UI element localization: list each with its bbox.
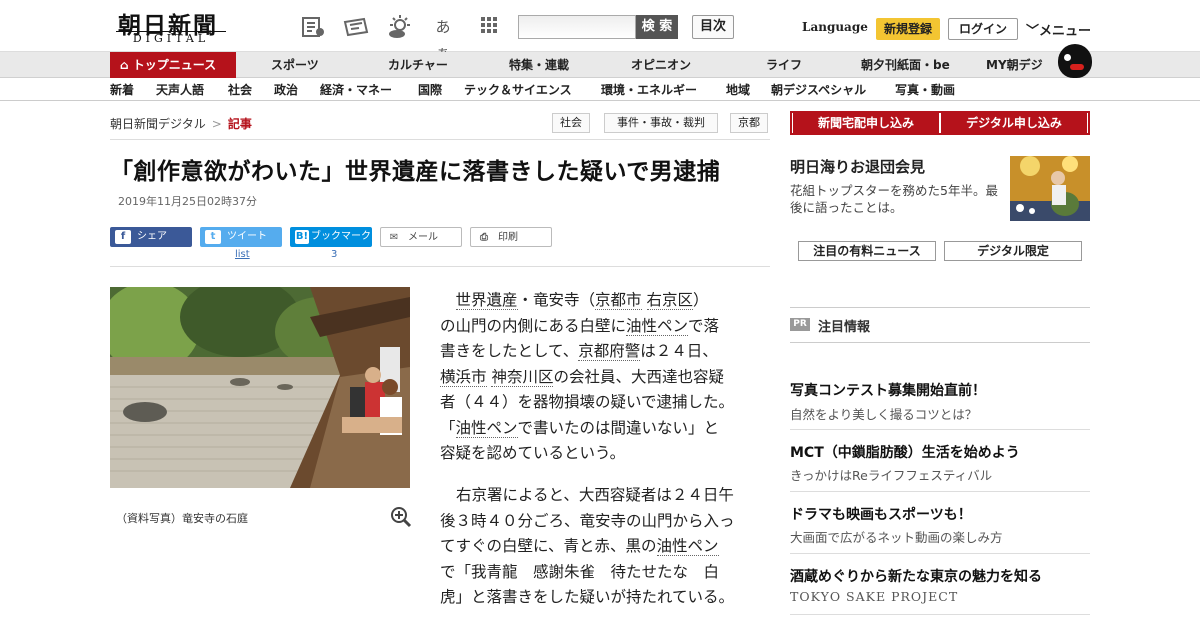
register-button[interactable]: 新規登録	[876, 18, 940, 40]
ad-4-title[interactable]: 酒蔵めぐりから新たな東京の魅力を知る	[790, 566, 1042, 586]
ad-4-sub[interactable]: TOKYO SAKE PROJECT	[790, 589, 958, 604]
ad-3-title[interactable]: ドラマも映画もスポーツも！	[790, 504, 972, 524]
grid-menu-icon[interactable]	[476, 14, 502, 40]
nav-item-sports[interactable]: スポーツ	[271, 52, 319, 78]
breadcrumb-separator: >	[211, 117, 222, 131]
zoom-icon[interactable]	[390, 506, 412, 528]
promo-text: 花組トップスターを務めた5年半。最後に語ったことは。	[790, 183, 998, 215]
nav2-item-economy[interactable]: 経済・マネー	[320, 79, 392, 101]
secondary-nav: 新着 天声人語 社会 政治 経済・マネー 国際 テック＆サイエンス 環境・エネル…	[0, 79, 1200, 101]
language-link[interactable]: Language	[802, 20, 868, 34]
nav-item-newspaper[interactable]: 朝夕刊紙面・be	[861, 52, 950, 78]
search-button[interactable]: 検 索	[636, 15, 678, 39]
pr-badge: PR	[790, 318, 810, 331]
share-divider	[110, 266, 770, 267]
paid-news-button[interactable]: 注目の有料ニュース	[798, 241, 936, 261]
hatena-bookmark-button[interactable]: B! ブックマーク	[290, 227, 372, 247]
nav2-item-photo-video[interactable]: 写真・動画	[895, 79, 955, 101]
twitter-list-link[interactable]: list	[235, 249, 250, 260]
menu-button[interactable]: ﹀メニュー	[1026, 20, 1091, 39]
nav2-item-politics[interactable]: 政治	[274, 79, 298, 101]
twitter-icon: t	[205, 230, 221, 244]
link-kyoto-police[interactable]: 京都府警	[578, 342, 641, 361]
digital-only-button[interactable]: デジタル限定	[944, 241, 1082, 261]
article-photo[interactable]	[110, 287, 410, 488]
nav2-item-tech[interactable]: テック＆サイエンス	[464, 79, 572, 101]
login-button[interactable]: ログイン	[948, 18, 1018, 40]
search-input[interactable]	[518, 15, 636, 39]
ad-3-sub[interactable]: 大画面で広がるネット動画の楽しみ方	[790, 527, 1003, 546]
link-oil-pen[interactable]: 油性ペン	[626, 316, 689, 336]
link-ukyo-ward[interactable]: 右京区	[646, 291, 694, 310]
photo-caption: （資料写真）竜安寺の石庭	[116, 512, 248, 525]
link-oil-pen-2[interactable]: 油性ペン	[455, 418, 518, 438]
facebook-share-button[interactable]: f シェア	[110, 227, 192, 247]
facebook-icon: f	[115, 230, 131, 244]
tag-kyoto[interactable]: 京都	[730, 113, 768, 133]
nav2-item-international[interactable]: 国際	[418, 79, 442, 101]
pr-divider-top	[790, 307, 1090, 308]
nav2-item-environment[interactable]: 環境・エネルギー	[601, 79, 697, 101]
promo-title[interactable]: 明日海りお退団会見	[790, 156, 925, 177]
promo-image[interactable]	[1010, 156, 1090, 221]
newspaper-icon[interactable]	[300, 14, 326, 40]
nav-item-life[interactable]: ライフ	[766, 52, 802, 78]
article-date: 2019年11月25日02時37分	[118, 195, 257, 208]
article-paragraph-1: 世界遺産・竜安寺（京都市 右京区） の山門の内側にある白壁に油性ペンで落 書きを…	[440, 291, 735, 462]
ad-2-title[interactable]: MCT（中鎖脂肪酸）生活を始めよう	[790, 442, 1020, 462]
nav2-item-new[interactable]: 新着	[110, 79, 134, 101]
link-kanagawa-ward[interactable]: 神奈川区	[491, 367, 554, 387]
print-icon: ⎙	[480, 232, 488, 243]
tag-society[interactable]: 社会	[552, 113, 590, 133]
ad-divider	[790, 429, 1090, 430]
mascot-icon[interactable]	[1058, 44, 1092, 78]
site-logo-sub: DIGITAL	[116, 31, 226, 46]
ad-divider	[790, 614, 1090, 615]
tag-incident[interactable]: 事件・事故・裁判	[604, 113, 718, 133]
link-oil-pen-3[interactable]: 油性ペン	[656, 537, 719, 556]
weather-icon[interactable]	[386, 14, 412, 40]
breadcrumb-home[interactable]: 朝日新聞デジタル	[110, 117, 206, 131]
link-yokohama[interactable]: 横浜市	[440, 367, 487, 387]
nav2-item-society[interactable]: 社会	[228, 79, 252, 101]
article-headline: 「創作意欲がわいた」世界遺産に落書きした疑いで男逮捕	[110, 159, 721, 185]
mail-icon: ✉	[389, 232, 399, 243]
nav-item-features[interactable]: 特集・連載	[509, 52, 569, 78]
scrap-icon[interactable]	[342, 14, 369, 40]
primary-nav: ⌂ トップニュース スポーツ カルチャー 特集・連載 オピニオン ライフ 朝夕刊…	[0, 52, 1200, 78]
mail-share-button[interactable]: ✉ メール	[380, 227, 462, 247]
breadcrumb-divider	[110, 139, 770, 140]
hatena-count[interactable]: 3	[331, 249, 337, 260]
menu-label: メニュー	[1039, 24, 1092, 39]
font-size-icon[interactable]: あぁ	[430, 14, 456, 62]
ad-divider	[790, 491, 1090, 492]
table-of-contents-button[interactable]: 目次	[692, 15, 734, 39]
home-icon: ⌂	[120, 58, 129, 72]
nav-item-opinion[interactable]: オピニオン	[631, 52, 691, 78]
digital-subscribe-button[interactable]: デジタル申し込み	[941, 113, 1087, 133]
site-header: 朝日新聞 DIGITAL あぁ 検 索 目次 Language 新規登録 ログイ…	[0, 0, 1200, 62]
nav-item-top-news[interactable]: ⌂ トップニュース	[110, 52, 236, 78]
link-kyoto-city[interactable]: 京都市	[595, 291, 642, 310]
print-button[interactable]: ⎙ 印刷	[470, 227, 552, 247]
ad-2-sub[interactable]: きっかけはReライフフェスティバル	[790, 465, 992, 484]
nav-item-my-asahi[interactable]: MY朝デジ	[986, 52, 1043, 78]
ad-1-sub[interactable]: 自然をより美しく撮るコツとは？	[790, 404, 977, 423]
breadcrumb: 朝日新聞デジタル > 記事	[110, 115, 252, 132]
article-paragraph-2: 右京署によると、大西容疑者は２４日午 後３時４０分ごろ、竜安寺の山門から入っ て…	[440, 486, 735, 606]
home-delivery-button[interactable]: 新聞宅配申し込み	[793, 113, 939, 133]
link-world-heritage[interactable]: 世界遺産	[455, 291, 518, 310]
nav2-item-tensei[interactable]: 天声人語	[156, 79, 204, 101]
nav2-item-region[interactable]: 地域	[726, 79, 750, 101]
ad-divider	[790, 553, 1090, 554]
chevron-down-icon: ﹀	[1026, 24, 1040, 39]
twitter-share-button[interactable]: t ツイート	[200, 227, 282, 247]
pr-section-title: 注目情報	[818, 320, 871, 335]
hatena-icon: B!	[295, 230, 309, 244]
nav2-item-special[interactable]: 朝デジスペシャル	[771, 79, 866, 101]
nav-item-culture[interactable]: カルチャー	[388, 52, 448, 78]
pr-divider-bottom	[790, 342, 1090, 343]
breadcrumb-current: 記事	[227, 117, 252, 131]
ad-1-title[interactable]: 写真コンテスト募集開始直前！	[790, 380, 986, 400]
